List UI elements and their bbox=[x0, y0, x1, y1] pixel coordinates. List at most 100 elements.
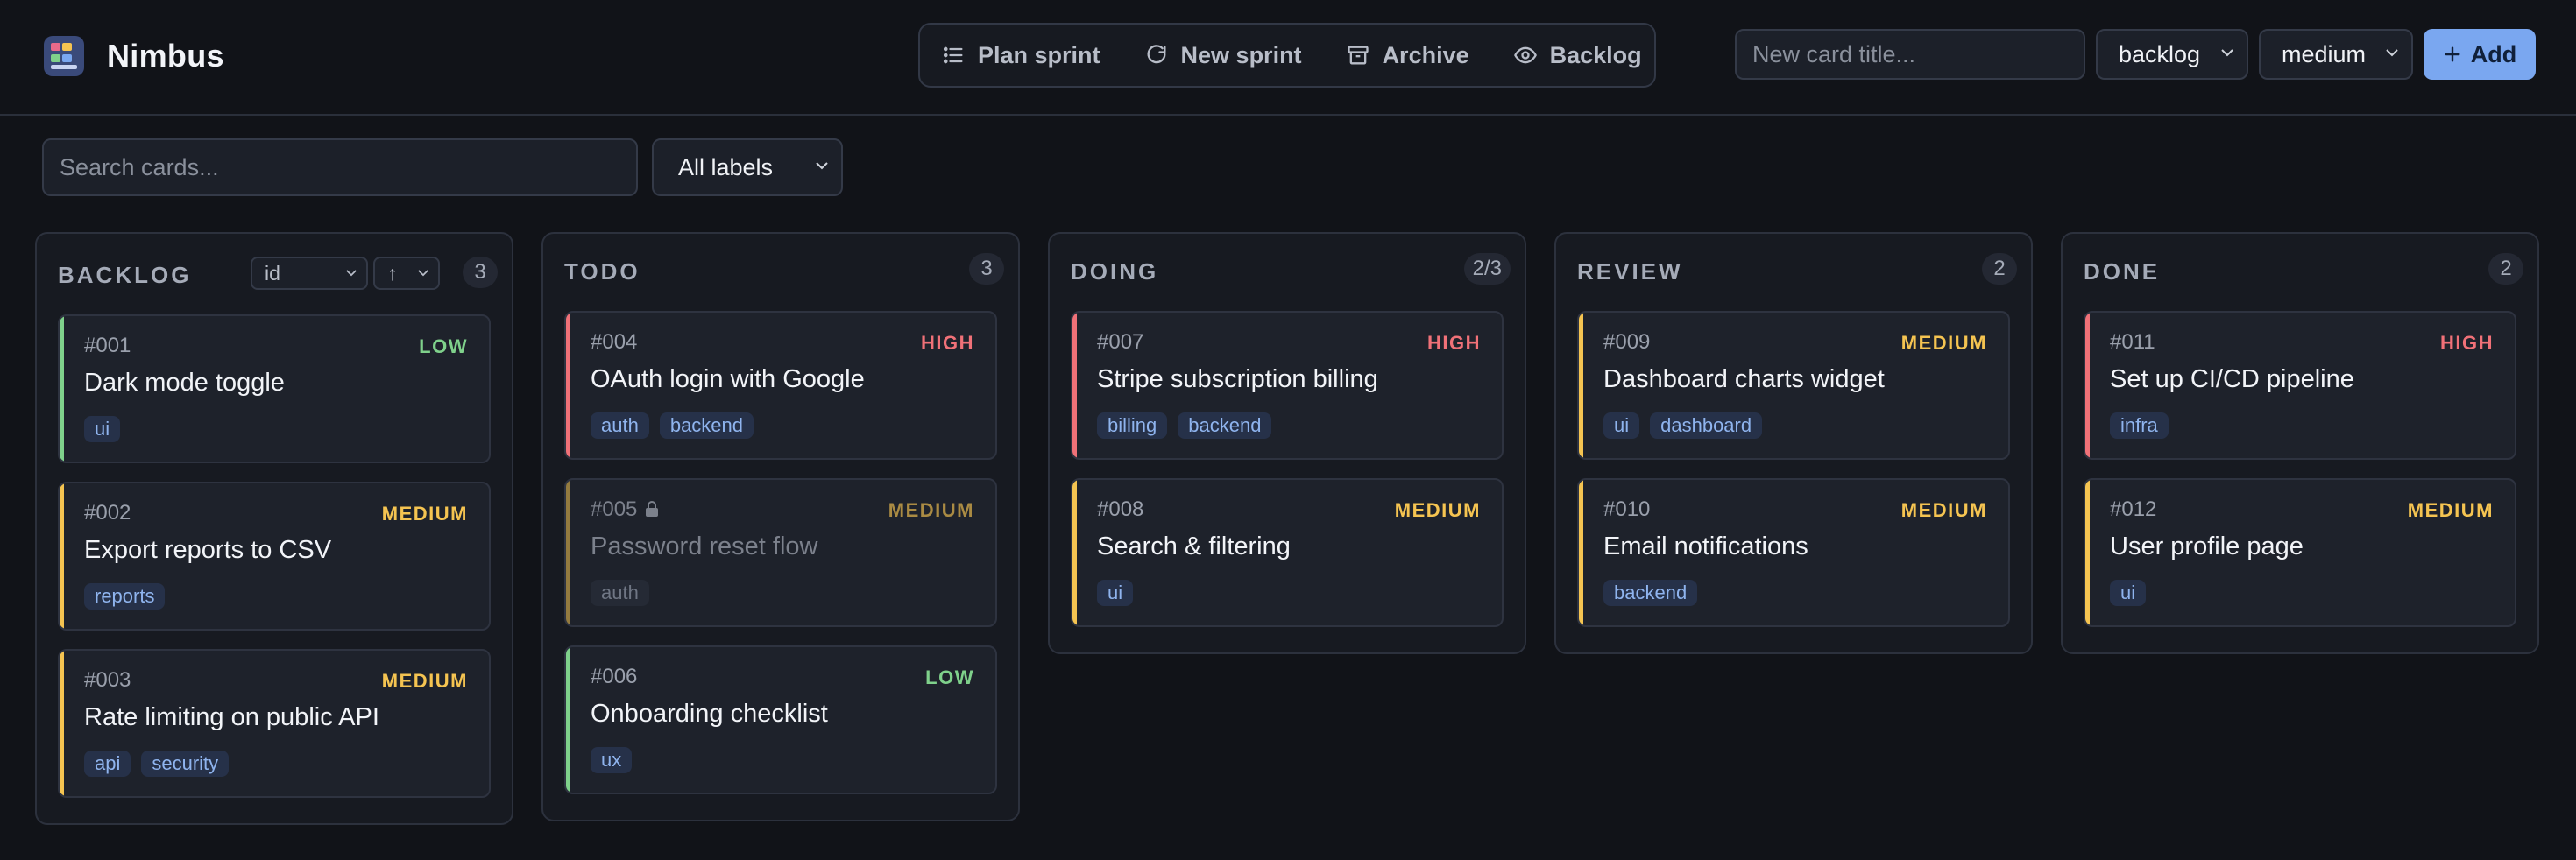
priority-stripe bbox=[1579, 313, 1583, 458]
priority-label: MEDIUM bbox=[1900, 332, 1987, 354]
task-card[interactable]: #009 MEDIUM Dashboard charts widget ui dashb… bbox=[1577, 311, 2010, 460]
card-tags: ui bbox=[2110, 580, 2147, 606]
tag-chip[interactable]: ui bbox=[1603, 412, 1640, 439]
archive-button[interactable]: Archive bbox=[1346, 42, 1469, 69]
label-filter-select[interactable]: All labels bbox=[652, 138, 843, 196]
card-tags: api security bbox=[84, 751, 230, 777]
priority-stripe bbox=[566, 647, 570, 793]
tag-chip[interactable]: backend bbox=[1603, 580, 1698, 606]
priority-stripe bbox=[60, 316, 64, 462]
task-card[interactable]: #006 LOW Onboarding checklist ux bbox=[564, 645, 997, 794]
label-filter-value: All labels bbox=[678, 153, 774, 180]
card-id: #009 bbox=[1603, 330, 1650, 355]
task-card[interactable]: #010 MEDIUM Email notifications backend bbox=[1577, 478, 2010, 627]
column-title: BACKLOG bbox=[58, 262, 192, 288]
column-backlog: BACKLOG id ↑ 3 #001 LOW Dark mode toggle ui #002… bbox=[35, 232, 513, 825]
priority-label: MEDIUM bbox=[1900, 499, 1987, 521]
card-id: #007 bbox=[1097, 330, 1143, 355]
tag-chip[interactable]: api bbox=[84, 751, 131, 777]
new-card-column-select[interactable]: backlog bbox=[2096, 29, 2248, 80]
tag-chip[interactable]: ux bbox=[591, 747, 633, 773]
card-tags: ux bbox=[591, 747, 633, 773]
task-card[interactable]: #008 MEDIUM Search & filtering ui bbox=[1071, 478, 1504, 627]
tag-chip[interactable]: billing bbox=[1097, 412, 1168, 439]
backlog-button[interactable]: Backlog bbox=[1513, 42, 1642, 69]
sort-direction-select[interactable]: ↑ bbox=[373, 257, 440, 290]
card-id: #006 bbox=[591, 665, 637, 689]
card-tags: auth bbox=[591, 580, 649, 606]
card-title: OAuth login with Google bbox=[591, 365, 865, 393]
card-id: #002 bbox=[84, 501, 131, 525]
task-card[interactable]: #007 HIGH Stripe subscription billing billi… bbox=[1071, 311, 1504, 460]
task-card[interactable]: #012 MEDIUM User profile page ui bbox=[2084, 478, 2516, 627]
search-cards-input[interactable] bbox=[42, 138, 638, 196]
task-card[interactable]: #005 MEDIUM Password reset flow auth bbox=[564, 478, 997, 627]
new-card-column-value: backlog bbox=[2119, 40, 2201, 67]
card-tags: backend bbox=[1603, 580, 1698, 606]
priority-label: MEDIUM bbox=[381, 670, 468, 692]
card-title: Rate limiting on public API bbox=[84, 703, 379, 731]
tag-chip[interactable]: backend bbox=[659, 412, 754, 439]
new-card-priority-value: medium bbox=[2282, 40, 2367, 67]
card-title: Export reports to CSV bbox=[84, 536, 332, 564]
task-card[interactable]: #004 HIGH OAuth login with Google auth backe… bbox=[564, 311, 997, 460]
tag-chip[interactable]: dashboard bbox=[1650, 412, 1763, 439]
card-id: #001 bbox=[84, 334, 131, 358]
archive-icon bbox=[1347, 46, 1369, 65]
priority-label: HIGH bbox=[1427, 332, 1481, 354]
new-sprint-label: New sprint bbox=[1180, 41, 1302, 68]
tag-chip[interactable]: auth bbox=[591, 580, 649, 606]
priority-label: MEDIUM bbox=[381, 503, 468, 525]
sort-field-select[interactable]: id bbox=[251, 257, 368, 290]
priority-label: MEDIUM bbox=[888, 499, 974, 521]
card-id: #005 bbox=[591, 497, 660, 522]
card-title: Email notifications bbox=[1603, 532, 1808, 560]
app-name: Nimbus bbox=[107, 38, 224, 74]
tag-chip[interactable]: auth bbox=[591, 412, 649, 439]
task-card[interactable]: #002 MEDIUM Export reports to CSV reports bbox=[58, 482, 491, 631]
tag-chip[interactable]: backend bbox=[1178, 412, 1272, 439]
priority-stripe bbox=[1072, 313, 1077, 458]
top-bar: Nimbus Plan sprint New sprint Archive Ba… bbox=[0, 0, 2576, 116]
card-tags: ui bbox=[84, 416, 121, 442]
new-card-priority-select[interactable]: medium bbox=[2259, 29, 2413, 80]
chevron-down-icon bbox=[418, 270, 428, 277]
card-id-text: #003 bbox=[84, 668, 131, 692]
card-tags: reports bbox=[84, 583, 166, 610]
task-card[interactable]: #003 MEDIUM Rate limiting on public API api… bbox=[58, 649, 491, 798]
column-count-badge: 2/3 bbox=[1463, 253, 1511, 285]
column-doing: DOING 2/3 #007 HIGH Stripe subscription bill… bbox=[1048, 232, 1526, 654]
brand: Nimbus bbox=[44, 33, 224, 79]
tag-chip[interactable]: reports bbox=[84, 583, 166, 610]
sort-direction-value: ↑ bbox=[387, 261, 398, 285]
tag-chip[interactable]: ui bbox=[84, 416, 121, 442]
archive-label: Archive bbox=[1382, 41, 1469, 68]
card-tags: auth backend bbox=[591, 412, 754, 439]
priority-label: HIGH bbox=[2440, 332, 2494, 354]
card-tags: billing backend bbox=[1097, 412, 1272, 439]
sort-field-value: id bbox=[265, 261, 280, 285]
add-card-button[interactable]: Add bbox=[2424, 29, 2536, 80]
task-card[interactable]: #001 LOW Dark mode toggle ui bbox=[58, 314, 491, 463]
card-id-text: #005 bbox=[591, 497, 638, 521]
card-title: User profile page bbox=[2110, 532, 2304, 560]
tag-chip[interactable]: ui bbox=[2110, 580, 2147, 606]
card-title: Dark mode toggle bbox=[84, 369, 285, 397]
chevron-down-icon bbox=[816, 162, 828, 170]
card-tags: ui bbox=[1097, 580, 1134, 606]
tag-chip[interactable]: infra bbox=[2110, 412, 2169, 439]
app-logo-icon bbox=[44, 36, 84, 76]
task-card[interactable]: #011 HIGH Set up CI/CD pipeline infra bbox=[2084, 311, 2516, 460]
tag-chip[interactable]: security bbox=[141, 751, 230, 777]
card-id-text: #008 bbox=[1097, 497, 1144, 521]
tag-chip[interactable]: ui bbox=[1097, 580, 1134, 606]
new-card-title-input[interactable] bbox=[1735, 29, 2085, 80]
priority-label: LOW bbox=[419, 335, 468, 357]
priority-label: LOW bbox=[925, 666, 974, 688]
card-id: #008 bbox=[1097, 497, 1143, 522]
card-title: Set up CI/CD pipeline bbox=[2110, 365, 2354, 393]
priority-label: MEDIUM bbox=[1394, 499, 1481, 521]
new-sprint-button[interactable]: New sprint bbox=[1144, 42, 1302, 69]
card-title: Password reset flow bbox=[591, 532, 818, 560]
plan-sprint-button[interactable]: Plan sprint bbox=[941, 42, 1100, 69]
